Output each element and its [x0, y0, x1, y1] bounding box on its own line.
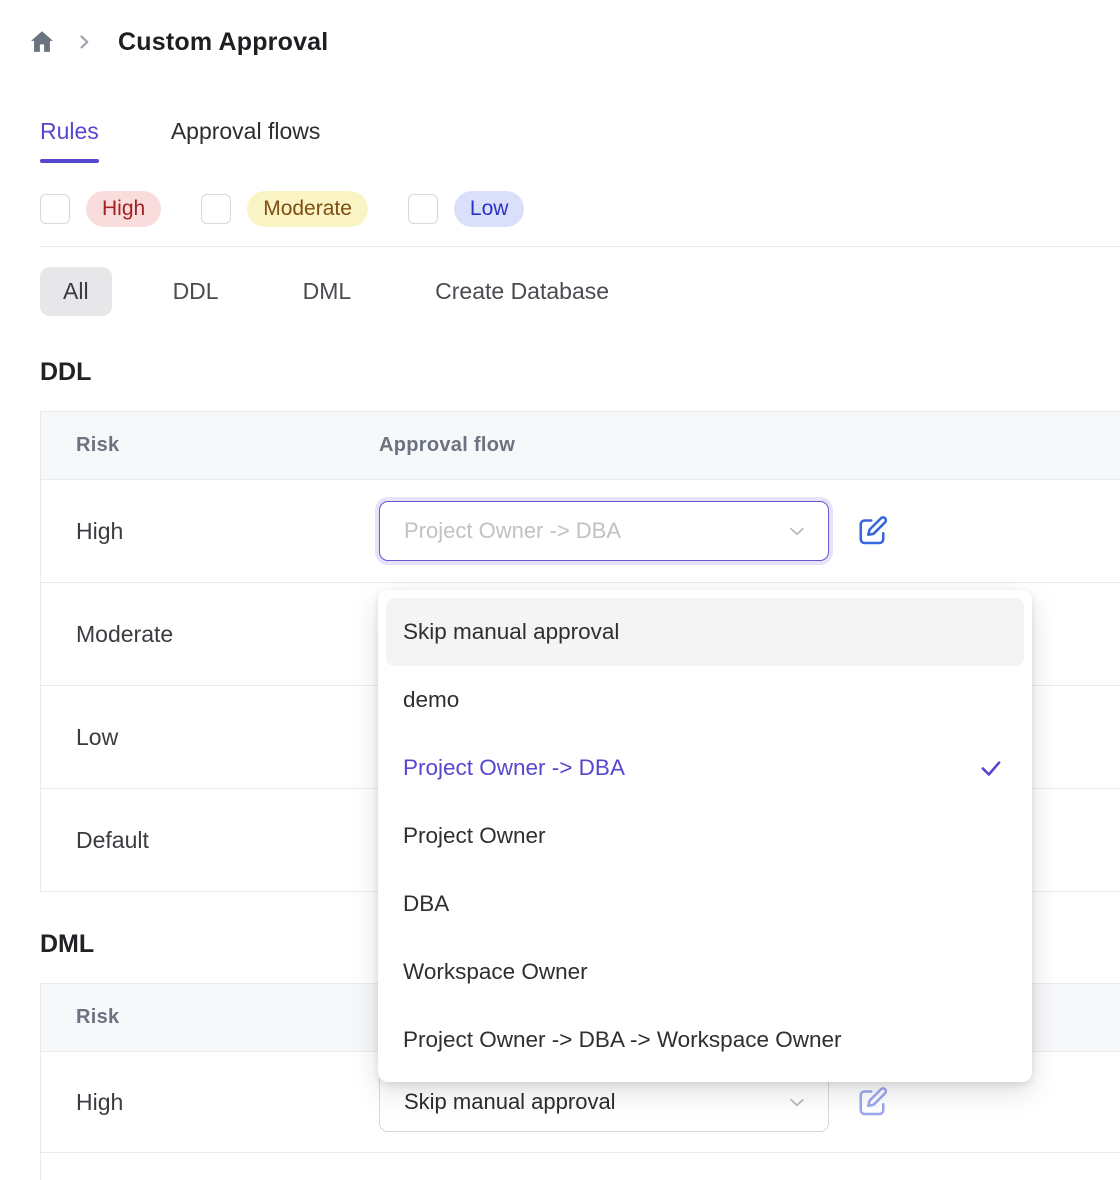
- dml-row-next-clipped: [41, 1153, 1120, 1180]
- dropdown-item-workspace-owner[interactable]: Workspace Owner: [386, 938, 1024, 1006]
- high-badge: High: [86, 191, 161, 227]
- high-checkbox[interactable]: [40, 194, 70, 224]
- check-icon: [978, 755, 1004, 781]
- active-tab-underline: [40, 159, 99, 163]
- ddl-high-approval-flow-select[interactable]: Project Owner -> DBA: [379, 501, 829, 561]
- page-title: Custom Approval: [118, 28, 328, 57]
- risk-filter-moderate: Moderate: [201, 191, 368, 227]
- chevron-down-icon: [786, 1091, 808, 1113]
- ddl-row-low-label: Low: [41, 724, 379, 751]
- filter-divider: [40, 246, 1120, 247]
- dml-high-edit-flow-button[interactable]: [854, 1084, 890, 1120]
- category-create-database[interactable]: Create Database: [412, 267, 632, 316]
- ddl-row-high: High Project Owner -> DBA: [41, 480, 1120, 583]
- dropdown-item-project-owner[interactable]: Project Owner: [386, 802, 1024, 870]
- category-all[interactable]: All: [40, 267, 112, 316]
- risk-filter-bar: High Moderate Low: [40, 191, 1120, 227]
- dropdown-item-project-owner-dba[interactable]: Project Owner -> DBA: [386, 734, 1024, 802]
- ddl-col-risk: Risk: [41, 434, 379, 457]
- dml-row-high-label: High: [41, 1089, 379, 1116]
- custom-approval-page: Custom Approval Rules Approval flows Hig…: [0, 0, 1120, 1180]
- ddl-row-high-label: High: [41, 518, 379, 545]
- tab-rules-label: Rules: [40, 118, 99, 144]
- category-dml[interactable]: DML: [280, 267, 375, 316]
- category-filter-bar: All DDL DML Create Database: [40, 264, 1120, 318]
- edit-pencil-icon: [854, 513, 890, 549]
- approval-flow-dropdown-menu: Skip manual approval demo Project Owner …: [378, 590, 1032, 1082]
- ddl-table-header: Risk Approval flow: [41, 412, 1120, 480]
- breadcrumb: Custom Approval: [0, 0, 1120, 62]
- ddl-section-title: DDL: [40, 358, 1120, 387]
- risk-filter-low: Low: [408, 191, 525, 227]
- home-icon[interactable]: [28, 28, 56, 56]
- edit-pencil-icon: [854, 1084, 890, 1120]
- dropdown-item-skip-manual-approval[interactable]: Skip manual approval: [386, 598, 1024, 666]
- tab-approval-flows-label: Approval flows: [171, 118, 321, 144]
- tab-approval-flows[interactable]: Approval flows: [171, 118, 321, 163]
- ddl-high-select-value: Project Owner -> DBA: [404, 518, 621, 544]
- breadcrumb-chevron-icon: [74, 32, 94, 52]
- dropdown-item-demo[interactable]: demo: [386, 666, 1024, 734]
- dml-high-select-value: Skip manual approval: [404, 1089, 616, 1115]
- dropdown-item-project-owner-dba-workspace-owner[interactable]: Project Owner -> DBA -> Workspace Owner: [386, 1006, 1024, 1074]
- category-ddl[interactable]: DDL: [150, 267, 242, 316]
- risk-filter-high: High: [40, 191, 161, 227]
- ddl-col-approval-flow: Approval flow: [379, 434, 515, 457]
- ddl-row-default-label: Default: [41, 827, 379, 854]
- dml-col-risk: Risk: [41, 1006, 379, 1029]
- tab-rules[interactable]: Rules: [40, 118, 99, 163]
- moderate-checkbox[interactable]: [201, 194, 231, 224]
- low-checkbox[interactable]: [408, 194, 438, 224]
- tab-bar: Rules Approval flows: [40, 118, 1120, 163]
- ddl-high-edit-flow-button[interactable]: [854, 513, 890, 549]
- ddl-row-moderate-label: Moderate: [41, 621, 379, 648]
- dropdown-item-dba[interactable]: DBA: [386, 870, 1024, 938]
- moderate-badge: Moderate: [247, 191, 368, 227]
- chevron-down-icon: [786, 520, 808, 542]
- low-badge: Low: [454, 191, 525, 227]
